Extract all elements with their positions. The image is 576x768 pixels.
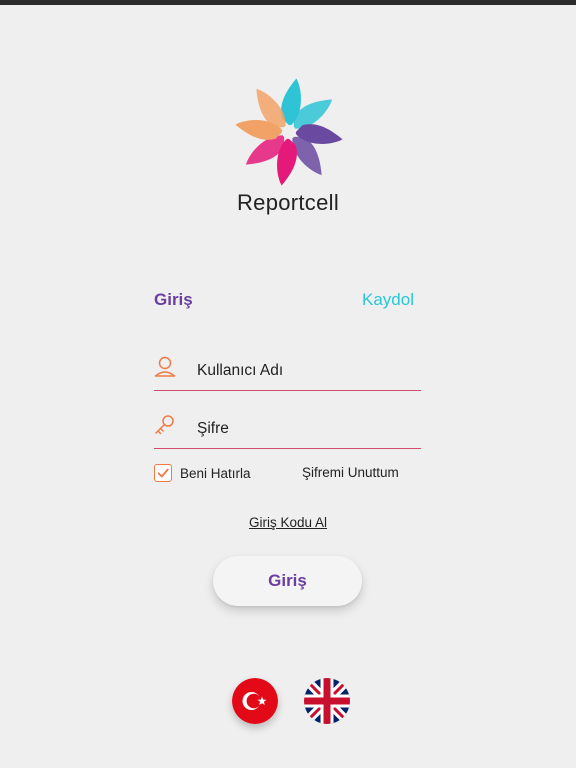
uk-flag-icon[interactable] (304, 678, 350, 724)
forgot-password-link[interactable]: Şifremi Unuttum (302, 465, 399, 480)
reportcell-logo (229, 72, 349, 192)
username-placeholder: Kullanıcı Adı (197, 362, 284, 379)
key-icon (154, 414, 176, 438)
tab-login[interactable]: Giriş (154, 290, 193, 310)
status-bar (0, 0, 576, 5)
remember-me-label: Beni Hatırla (180, 466, 251, 481)
user-icon (154, 356, 176, 380)
get-login-code-link[interactable]: Giriş Kodu Al (0, 515, 576, 530)
turkey-flag-icon[interactable] (232, 678, 278, 724)
login-button[interactable]: Giriş (213, 556, 362, 606)
brand-name: Reportcell (236, 190, 340, 215)
tab-register[interactable]: Kaydol (362, 290, 414, 310)
password-field[interactable]: Şifre (154, 414, 421, 449)
username-field[interactable]: Kullanıcı Adı (154, 356, 421, 391)
remember-me-checkbox[interactable] (154, 464, 172, 482)
password-placeholder: Şifre (197, 420, 229, 437)
